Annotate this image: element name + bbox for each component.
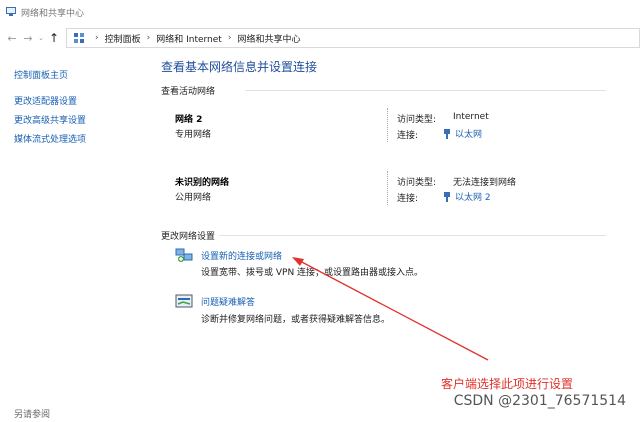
troubleshoot-link[interactable]: 问题疑难解答 bbox=[201, 295, 255, 308]
network-center-icon bbox=[6, 7, 16, 16]
ethernet-icon bbox=[444, 128, 450, 139]
network-location-icon bbox=[74, 33, 84, 43]
sidebar-item-change-adapter[interactable]: 更改适配器设置 bbox=[14, 94, 77, 107]
access-type-value: Internet bbox=[453, 112, 489, 122]
annotation-label: 客户端选择此项进行设置 bbox=[441, 377, 574, 391]
change-settings-heading: 更改网络设置 bbox=[161, 232, 216, 242]
back-arrow-icon: ← bbox=[7, 31, 17, 45]
troubleshoot-desc: 诊断并修复网络问题，或者获得疑难解答信息。 bbox=[201, 315, 391, 325]
access-type-label: 访问类型: bbox=[397, 178, 437, 188]
forward-button[interactable]: → bbox=[20, 28, 36, 48]
access-type-value: 无法连接到网络 bbox=[453, 178, 517, 188]
breadcrumb-control-panel[interactable]: 控制面板 bbox=[105, 32, 141, 45]
connection-link[interactable]: 以太网 bbox=[443, 127, 482, 140]
setup-new-connection-desc: 设置宽带、拨号或 VPN 连接；或设置路由器或接入点。 bbox=[201, 268, 424, 278]
breadcrumb[interactable]: › 控制面板 › 网络和 Internet › 网络和共享中心 bbox=[66, 28, 640, 48]
troubleshoot-icon bbox=[175, 294, 193, 308]
connection-name[interactable]: 以太网 2 bbox=[455, 190, 491, 203]
connection-name[interactable]: 以太网 bbox=[455, 127, 482, 140]
recent-locations-button[interactable]: ⌄ bbox=[36, 28, 46, 48]
sidebar-item-media-streaming[interactable]: 媒体流式处理选项 bbox=[14, 132, 86, 145]
column-divider bbox=[387, 171, 388, 205]
sidebar-item-control-panel-home[interactable]: 控制面板主页 bbox=[14, 68, 68, 81]
sidebar-item-advanced-sharing[interactable]: 更改高级共享设置 bbox=[14, 113, 86, 126]
network-type: 公用网络 bbox=[175, 193, 212, 203]
see-also-label: 另请参阅 bbox=[14, 410, 51, 420]
network-name: 网络 2 bbox=[175, 115, 203, 125]
breadcrumb-network-internet[interactable]: 网络和 Internet bbox=[156, 32, 222, 45]
connection-label: 连接: bbox=[397, 194, 419, 204]
forward-arrow-icon: → bbox=[23, 31, 33, 45]
back-button[interactable]: ← bbox=[4, 28, 20, 48]
active-networks-heading: 查看活动网络 bbox=[161, 87, 216, 97]
title-bar: 网络和共享中心 bbox=[0, 0, 640, 24]
network-type: 专用网络 bbox=[175, 130, 212, 140]
watermark: CSDN @2301_76571514 bbox=[453, 393, 626, 409]
column-divider bbox=[387, 108, 388, 142]
breadcrumb-separator-icon: › bbox=[95, 33, 99, 43]
network-name: 未识别的网络 bbox=[175, 178, 230, 188]
connection-label: 连接: bbox=[397, 131, 419, 141]
breadcrumb-separator-icon: › bbox=[146, 33, 151, 43]
access-type-label: 访问类型: bbox=[397, 115, 437, 125]
section-divider bbox=[245, 90, 606, 91]
ethernet-icon bbox=[444, 191, 450, 202]
breadcrumb-separator-icon: › bbox=[227, 33, 232, 43]
window-title: 网络和共享中心 bbox=[21, 8, 85, 19]
chevron-down-icon: ⌄ bbox=[38, 34, 44, 42]
new-connection-icon bbox=[175, 248, 193, 262]
breadcrumb-network-sharing-center[interactable]: 网络和共享中心 bbox=[237, 32, 300, 45]
address-bar: ← → ⌄ ↑ › 控制面板 › 网络和 Internet › 网络和共享中心 bbox=[0, 24, 640, 52]
up-button[interactable]: ↑ bbox=[46, 28, 62, 48]
sidebar: 控制面板主页 更改适配器设置 更改高级共享设置 媒体流式处理选项 另请参阅 bbox=[0, 52, 152, 422]
section-divider bbox=[219, 235, 606, 236]
page-title: 查看基本网络信息并设置连接 bbox=[161, 60, 318, 74]
connection-link[interactable]: 以太网 2 bbox=[443, 190, 491, 203]
up-arrow-icon: ↑ bbox=[48, 31, 60, 45]
setup-new-connection-link[interactable]: 设置新的连接或网络 bbox=[201, 249, 282, 262]
